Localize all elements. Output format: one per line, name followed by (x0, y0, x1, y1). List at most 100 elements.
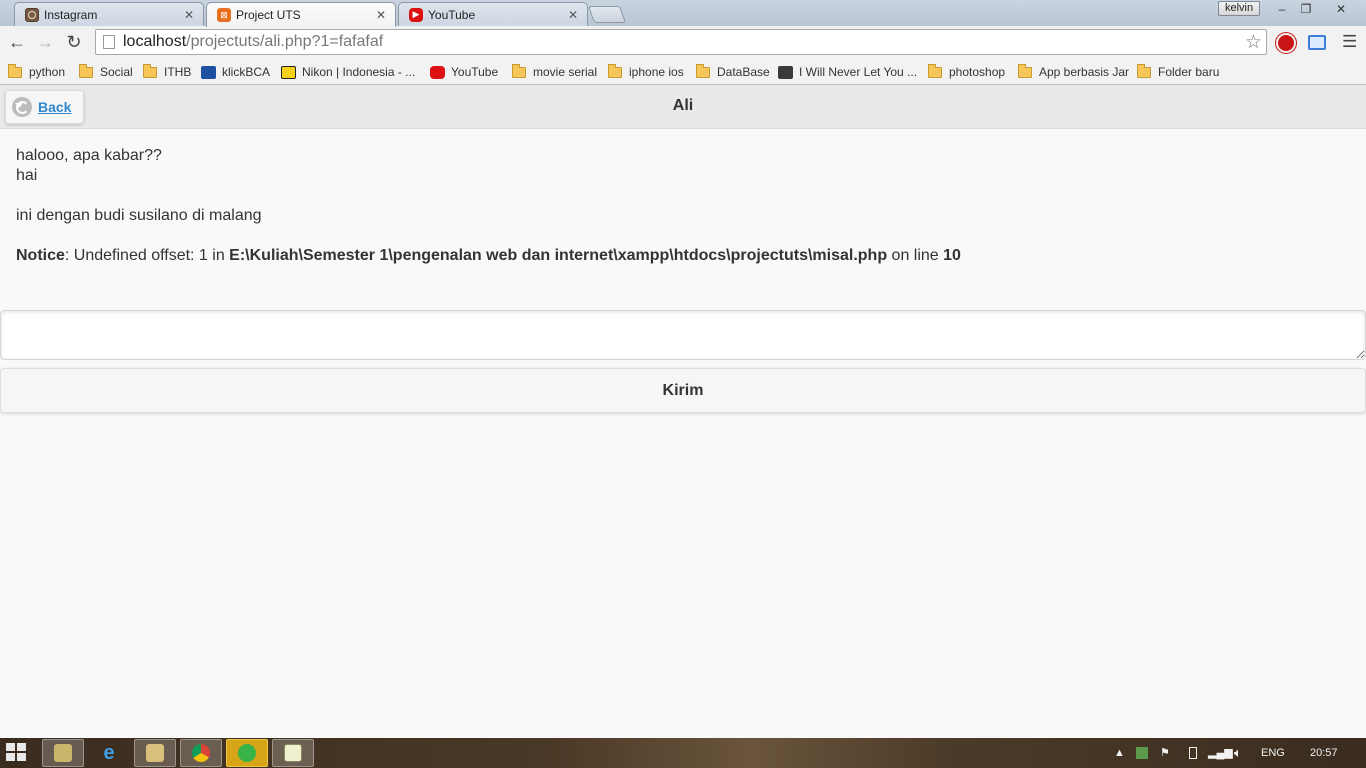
taskbar-folder-icon[interactable] (134, 739, 176, 767)
notice-line: 10 (943, 247, 961, 264)
bookmark-label: DataBase (717, 65, 770, 79)
bookmark-movie-serial[interactable]: movie serial (512, 63, 597, 81)
folder-icon (143, 63, 157, 78)
taskbar-explorer-icon[interactable] (42, 739, 84, 767)
bookmark-label: Social (100, 65, 133, 79)
bca-icon (201, 65, 216, 79)
bookmark-social[interactable]: Social (79, 63, 133, 81)
send-button[interactable]: Kirim (0, 368, 1366, 413)
taskbar-notepad-icon[interactable] (272, 739, 314, 767)
folder-icon (696, 63, 710, 78)
youtube-icon (430, 65, 445, 79)
tab-title: Instagram (44, 7, 98, 22)
menu-icon[interactable]: ☰ (1342, 32, 1358, 52)
notice-text: on line (887, 247, 944, 264)
bookmark-star-icon[interactable]: ☆ (1245, 31, 1262, 54)
window-close-icon[interactable]: ✕ (1322, 0, 1360, 18)
minimize-icon[interactable]: ‒ (1272, 0, 1292, 18)
bookmark-label: Folder baru (1158, 65, 1220, 79)
xampp-icon: ⊠ (217, 8, 231, 22)
bookmark-label: photoshop (949, 65, 1006, 79)
close-icon[interactable]: ✕ (183, 8, 195, 22)
bookmark-nikon[interactable]: Nikon | Indonesia - ... (281, 63, 415, 81)
nikon-icon (281, 65, 296, 79)
tray-expand-icon[interactable]: ▲ (1114, 738, 1125, 768)
tab-title: Project UTS (236, 8, 301, 22)
music-icon (778, 65, 793, 79)
new-tab-button[interactable] (587, 6, 627, 23)
bookmark-photoshop[interactable]: photoshop (928, 63, 1005, 81)
page-header: Ali Back (0, 85, 1366, 129)
message-input[interactable] (0, 310, 1366, 360)
php-notice: Notice: Undefined offset: 1 in E:\Kuliah… (16, 246, 1346, 266)
chat-messages: halooo, apa kabar?? hai ini dengan budi … (16, 146, 1346, 266)
message-text: ini dengan budi susilano di malang (16, 207, 262, 224)
close-icon[interactable]: ✕ (567, 8, 579, 22)
tab-instagram[interactable]: Instagram ✕ (14, 2, 204, 26)
bookmark-label: YouTube (451, 65, 499, 79)
bookmark-database[interactable]: DataBase (696, 63, 770, 81)
bookmark-youtube[interactable]: YouTube (430, 63, 498, 81)
address-bar[interactable]: localhost /projectuts/ali.php?1=fafafaf … (95, 29, 1267, 55)
bookmark-app-berbasis-jar[interactable]: App berbasis Jar (1018, 63, 1129, 81)
folder-icon (79, 63, 93, 78)
folder-icon (608, 63, 622, 78)
bookmark-python[interactable]: python (8, 63, 65, 81)
profile-badge[interactable]: kelvin (1218, 1, 1261, 16)
battery-icon[interactable] (1189, 747, 1197, 759)
taskbar-line-icon[interactable] (226, 739, 268, 767)
folder-icon (1137, 63, 1151, 78)
message-text: hai (16, 167, 38, 184)
notice-file: E:\Kuliah\Semester 1\pengenalan web dan … (229, 247, 888, 264)
back-icon (12, 97, 32, 117)
bookmark-i-will-never-let-you[interactable]: I Will Never Let You ... (778, 63, 917, 81)
browser-toolbar: ← → ↻ localhost /projectuts/ali.php?1=fa… (0, 26, 1366, 59)
back-label: Back (38, 99, 72, 115)
restore-icon[interactable]: ❐ (1296, 0, 1316, 18)
taskbar-internet-explorer-icon[interactable]: e (88, 739, 130, 767)
bookmark-iphone-ios[interactable]: iphone ios (608, 63, 684, 81)
volume-icon[interactable]: 🔈︎ (1234, 738, 1242, 768)
page-title: Ali (672, 97, 694, 114)
message-text: halooo, apa kabar?? (16, 147, 162, 164)
action-center-flag-icon[interactable]: ⚑ (1160, 738, 1170, 768)
close-icon[interactable]: ✕ (375, 8, 387, 22)
back-arrow-icon[interactable]: ← (6, 31, 28, 53)
forward-arrow-icon[interactable]: → (34, 31, 56, 53)
notice-text: : Undefined offset: 1 in (64, 247, 230, 264)
address-host: localhost (123, 33, 187, 50)
browser-tab-strip: Instagram ✕ ⊠ Project UTS ✕ ▶ YouTube ✕ … (0, 0, 1366, 27)
bookmark-label: movie serial (533, 65, 598, 79)
folder-icon (928, 63, 942, 78)
bookmark-folder-baru[interactable]: Folder baru (1137, 63, 1219, 81)
bookmark-label: klickBCA (222, 65, 271, 79)
bookmark-label: ITHB (164, 65, 192, 79)
language-indicator[interactable]: ENG (1261, 738, 1285, 768)
folder-icon (1018, 63, 1032, 78)
bookmark-label: Nikon | Indonesia - ... (302, 65, 416, 79)
wifi-signal-icon[interactable]: ▂▄▆ (1208, 738, 1233, 768)
instagram-icon (25, 7, 39, 22)
address-path: /projectuts/ali.php?1=fafafaf (186, 33, 384, 50)
windows-start-icon[interactable] (6, 743, 28, 763)
page-icon (103, 35, 115, 49)
bookmark-label: iphone ios (629, 65, 684, 79)
bookmark-ithb[interactable]: ITHB (143, 63, 191, 81)
tab-title: YouTube (428, 7, 476, 22)
taskbar-chrome-icon[interactable] (180, 739, 222, 767)
bookmark-label: python (29, 65, 66, 79)
reload-icon[interactable]: ↻ (63, 31, 85, 53)
bookmarks-bar: python Social ITHB klickBCA Nikon | Indo… (0, 59, 1366, 85)
back-button[interactable]: Back (5, 90, 85, 124)
windows-taskbar: e ▲ ⚑ ▂▄▆ 🔈︎ ENG 20:57 (0, 738, 1366, 768)
bookmark-klickbca[interactable]: klickBCA (201, 63, 270, 81)
tab-youtube[interactable]: ▶ YouTube ✕ (398, 2, 588, 26)
cast-extension-icon[interactable] (1308, 35, 1326, 50)
tray-network-check-icon[interactable] (1136, 747, 1148, 759)
bookmark-label: App berbasis Jar (1039, 65, 1130, 79)
adblock-extension-icon[interactable] (1276, 33, 1296, 53)
youtube-icon: ▶ (409, 7, 423, 22)
clock[interactable]: 20:57 (1310, 738, 1338, 768)
tab-project-uts[interactable]: ⊠ Project UTS ✕ (206, 2, 396, 27)
notice-label: Notice (16, 247, 65, 264)
